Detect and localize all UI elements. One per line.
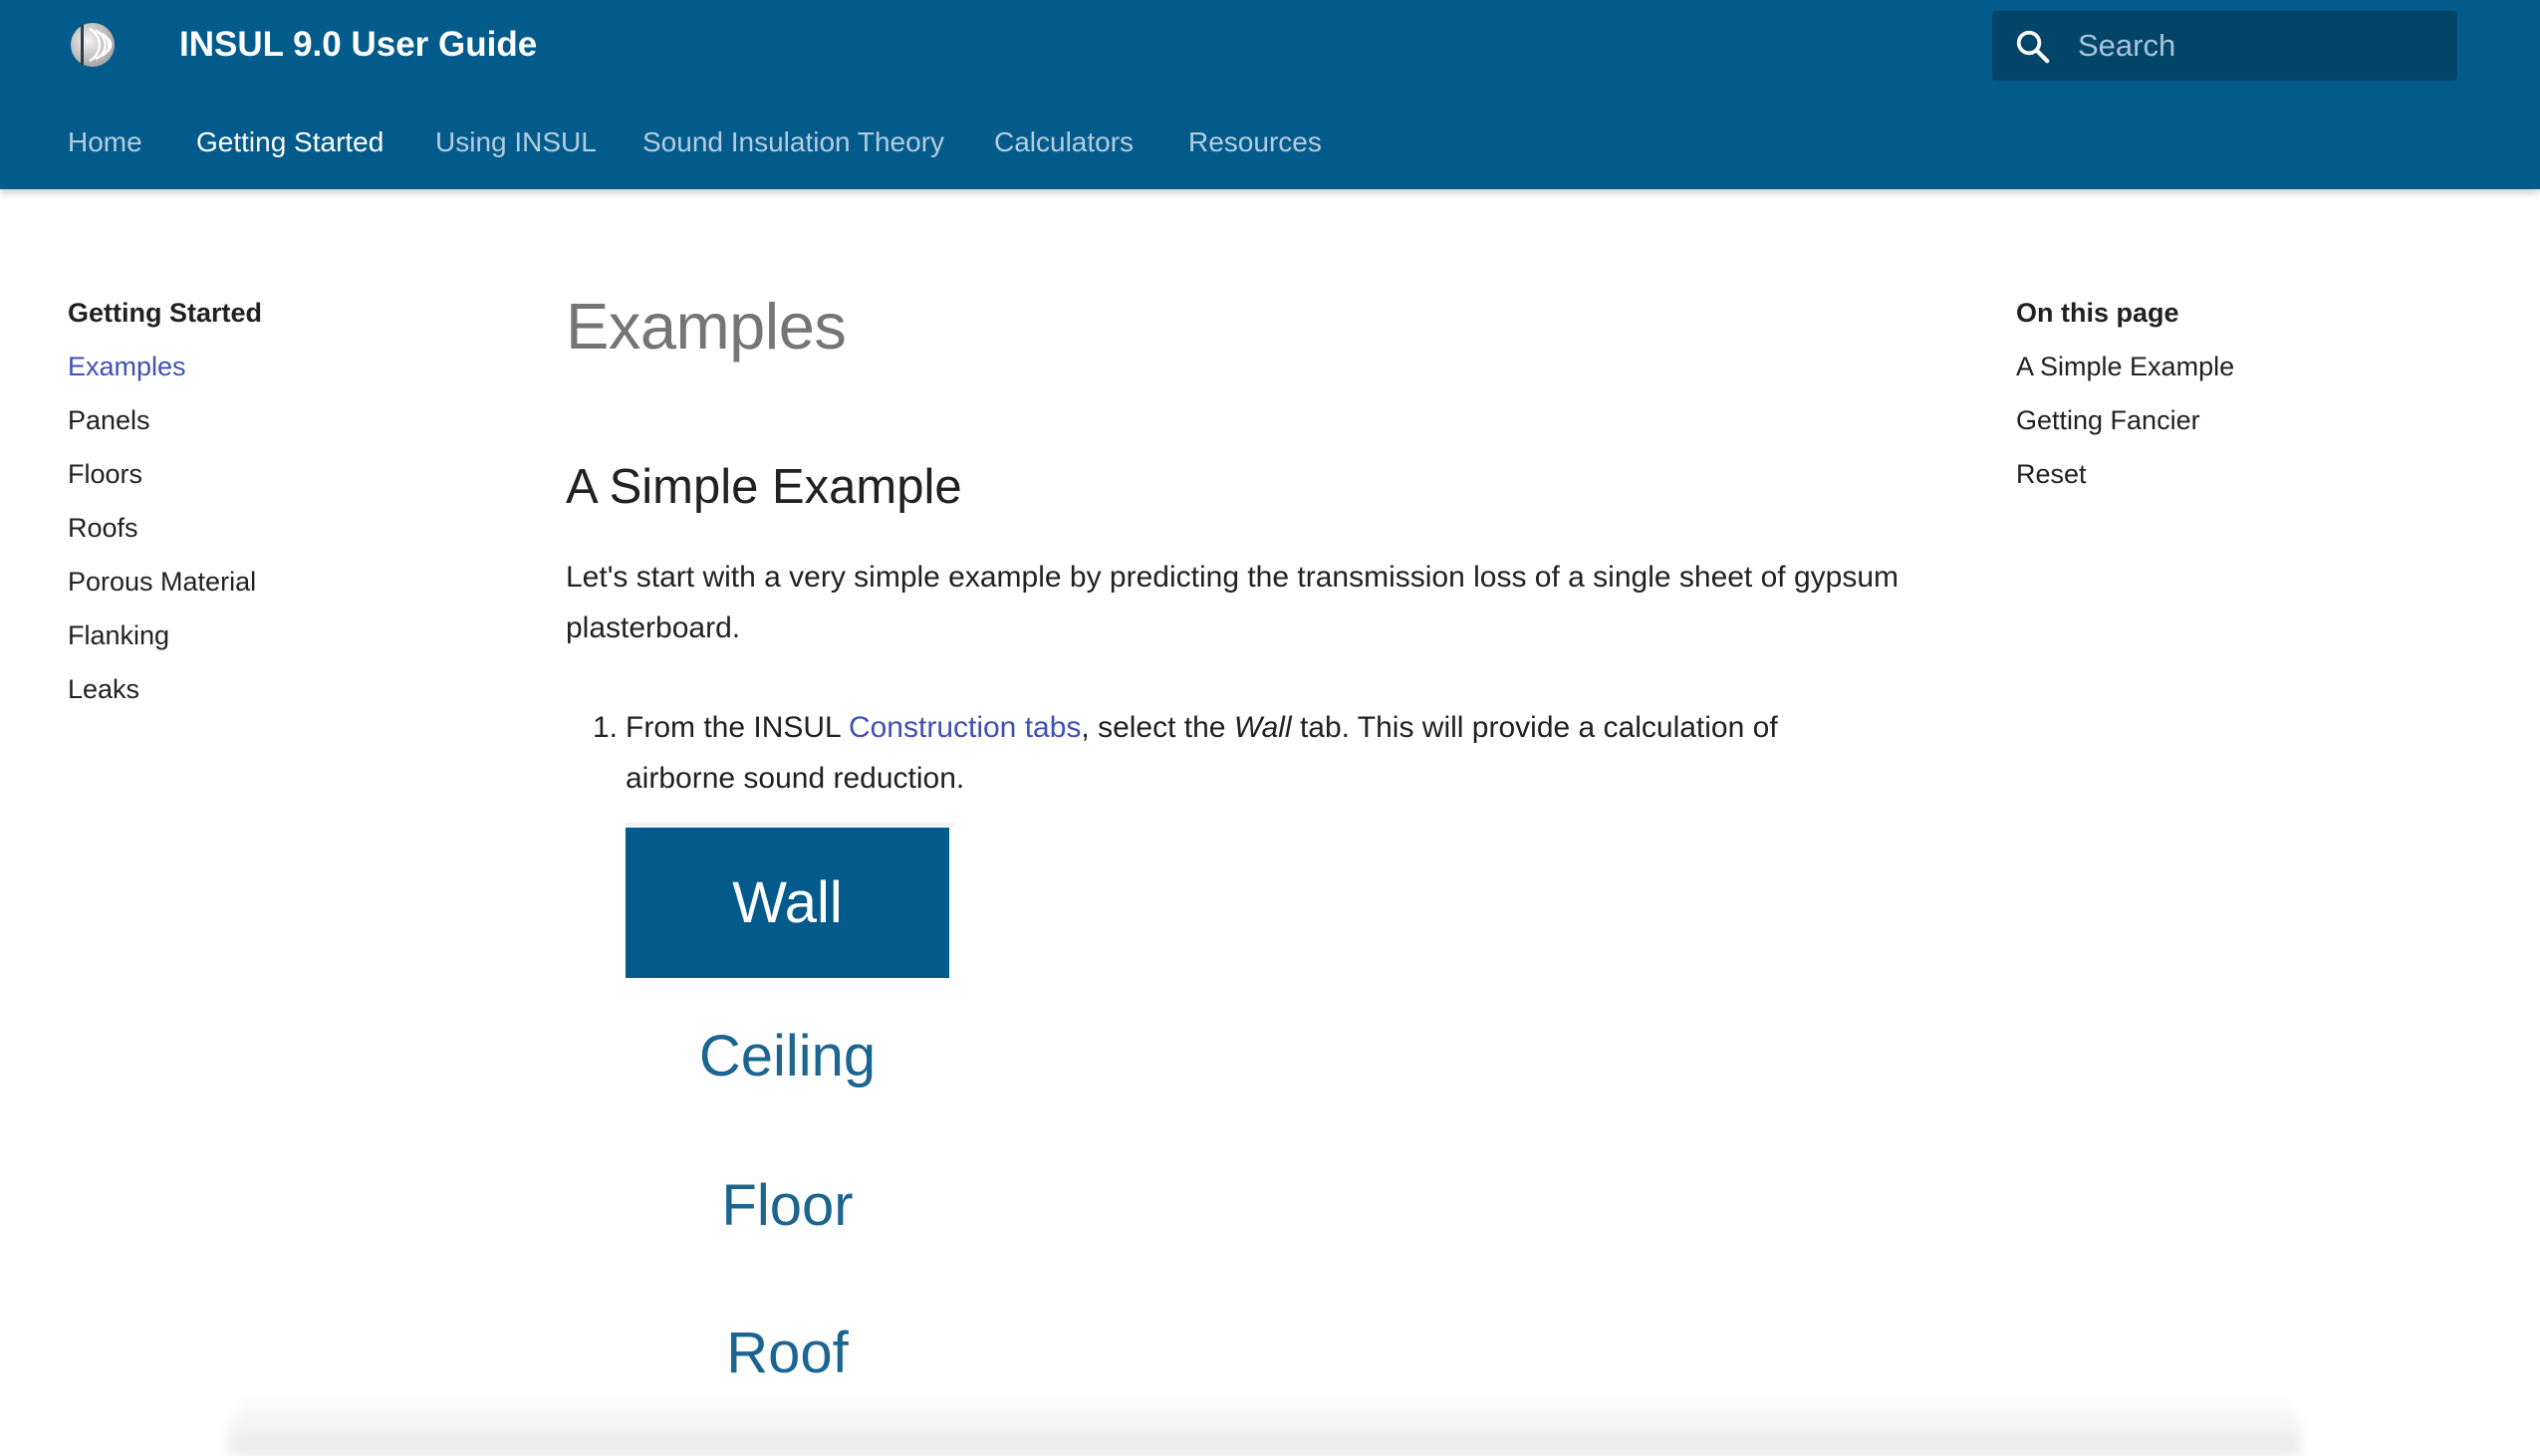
search-box[interactable] [1992,11,2457,81]
floor-tab: Floor [721,1173,854,1238]
step-text-part: , select the [1081,711,1234,744]
site-title[interactable]: INSUL 9.0 User Guide [179,22,537,68]
toc-item-reset[interactable]: Reset [2016,456,2234,492]
sidebar-item-roofs[interactable]: Roofs [68,510,262,546]
step-text-part: From the INSUL [626,711,849,744]
tab-calculators[interactable]: Calculators [994,120,1134,165]
search-icon[interactable] [2014,28,2052,66]
roof-tab: Roof [726,1321,849,1385]
tab-home[interactable]: Home [68,120,142,165]
construction-tabs-link[interactable]: Construction tabs [849,711,1081,744]
intro-paragraph: Let's start with a very simple example b… [566,561,1900,644]
sidebar-nav: Getting Started Examples Panels Floors R… [68,295,262,707]
sidebar-item-leaks[interactable]: Leaks [68,671,262,707]
construction-tabs-image: Wall Ceiling Floor Roof [626,823,954,1420]
tab-sound-insulation-theory[interactable]: Sound Insulation Theory [642,120,944,165]
ceiling-tab: Ceiling [698,1024,877,1089]
site-header: INSUL 9.0 User Guide Home Getting Starte… [0,0,2540,189]
tab-using-insul[interactable]: Using INSUL [435,120,597,165]
sidebar-item-porous-material[interactable]: Porous Material [68,564,262,600]
wall-tab-selected: Wall [626,828,949,978]
insul-logo-icon[interactable] [68,20,118,70]
wall-emphasis: Wall [1233,711,1292,744]
table-of-contents: On this page A Simple Example Getting Fa… [2016,295,2234,492]
section-heading: A Simple Example [566,460,962,514]
tab-resources[interactable]: Resources [1188,120,1322,165]
sidebar-item-panels[interactable]: Panels [68,402,262,438]
sidebar-item-floors[interactable]: Floors [68,456,262,492]
step-number: 1. [593,711,619,744]
toc-item-getting-fancier[interactable]: Getting Fancier [2016,402,2234,438]
main-tabs: Home Getting Started Using INSUL Sound I… [0,120,2540,165]
page-title: Examples [566,290,847,363]
image-top-edge [626,823,954,827]
tab-getting-started[interactable]: Getting Started [196,120,383,165]
step-text: From the INSUL Construction tabs, select… [626,702,1881,804]
toc-heading: On this page [2016,298,2179,328]
sidebar-heading[interactable]: Getting Started [68,295,262,331]
toc-item-a-simple-example[interactable]: A Simple Example [2016,349,2234,384]
bottom-shadow [229,1394,2301,1456]
sidebar-item-examples[interactable]: Examples [68,349,262,384]
sidebar-item-flanking[interactable]: Flanking [68,617,262,653]
search-input[interactable] [2078,11,2436,81]
